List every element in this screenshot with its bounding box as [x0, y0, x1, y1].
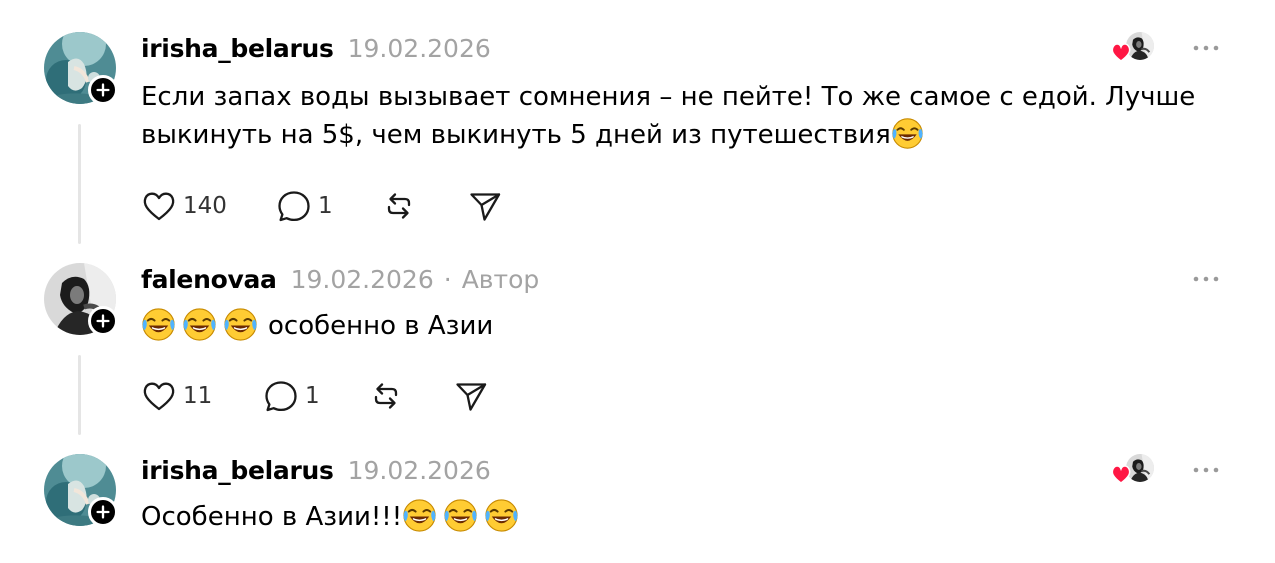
like-button[interactable]: 140 — [141, 188, 227, 224]
repost-icon — [381, 188, 417, 224]
more-dots-icon — [1190, 263, 1222, 295]
face-with-tears-of-joy-emoji — [223, 307, 258, 342]
comment-header: falenovaa 19.02.2026 · Автор — [141, 263, 539, 295]
comment-text: Особенно в Азии!!! — [141, 498, 519, 536]
separator: · — [443, 264, 452, 294]
follow-button[interactable] — [88, 497, 118, 527]
timestamp[interactable]: 19.02.2026 — [291, 265, 434, 294]
liked-by-author — [1110, 32, 1156, 64]
plus-icon — [94, 503, 112, 521]
comment-text: особенно в Азии — [141, 307, 493, 345]
speech-bubble-icon — [263, 378, 299, 414]
liked-by-author — [1110, 454, 1156, 486]
follow-button[interactable] — [88, 75, 118, 105]
face-with-tears-of-joy-emoji — [891, 117, 924, 150]
thread-line — [78, 355, 81, 435]
plus-icon — [94, 81, 112, 99]
more-button[interactable] — [1190, 263, 1222, 295]
avatar[interactable] — [44, 263, 118, 336]
username[interactable]: irisha_belarus — [141, 34, 334, 63]
username[interactable]: falenovaa — [141, 265, 277, 294]
text-line: Если запах воды вызывает сомнения – не п… — [141, 82, 1196, 112]
send-icon — [467, 188, 503, 224]
face-with-tears-of-joy-emoji — [443, 498, 478, 533]
like-count: 140 — [183, 193, 227, 219]
comment-header: irisha_belarus 19.02.2026 — [141, 454, 491, 486]
face-with-tears-of-joy-emoji — [182, 307, 217, 342]
more-dots-icon — [1190, 454, 1222, 486]
text-line: выкинуть на 5$, чем выкинуть 5 дней из п… — [141, 120, 891, 150]
reply-button[interactable]: 1 — [263, 378, 320, 414]
send-icon — [453, 378, 489, 414]
timestamp[interactable]: 19.02.2026 — [348, 456, 491, 485]
reply-count: 1 — [318, 193, 333, 219]
username[interactable]: irisha_belarus — [141, 456, 334, 485]
heart-outline-icon — [141, 378, 177, 414]
follow-button[interactable] — [88, 306, 118, 336]
plus-icon — [94, 312, 112, 330]
thread-line — [78, 124, 81, 244]
repost-button[interactable] — [381, 188, 417, 224]
face-with-tears-of-joy-emoji — [141, 307, 176, 342]
red-heart-icon — [1111, 465, 1131, 484]
text-line: особенно в Азии — [268, 311, 494, 341]
more-dots-icon — [1190, 32, 1222, 64]
comment-header: irisha_belarus 19.02.2026 — [141, 32, 491, 64]
more-button[interactable] — [1190, 454, 1222, 486]
share-button[interactable] — [467, 188, 503, 224]
avatar[interactable] — [44, 454, 118, 527]
like-button[interactable]: 11 — [141, 378, 212, 414]
more-button[interactable] — [1190, 32, 1222, 64]
text-line: Особенно в Азии!!! — [141, 502, 403, 532]
speech-bubble-icon — [276, 188, 312, 224]
author-badge: Автор — [461, 264, 540, 294]
text-line-with-emoji: выкинуть на 5$, чем выкинуть 5 дней из п… — [141, 116, 1195, 154]
face-with-tears-of-joy-emoji — [484, 498, 519, 533]
face-with-tears-of-joy-emoji — [402, 498, 437, 533]
timestamp[interactable]: 19.02.2026 — [348, 34, 491, 63]
like-count: 11 — [183, 383, 213, 409]
comment-text: Если запах воды вызывает сомнения – не п… — [141, 78, 1195, 154]
reply-count: 1 — [305, 383, 320, 409]
avatar[interactable] — [44, 32, 118, 105]
reply-button[interactable]: 1 — [276, 188, 333, 224]
heart-outline-icon — [141, 188, 177, 224]
repost-icon — [368, 378, 404, 414]
red-heart-icon — [1111, 43, 1131, 62]
repost-button[interactable] — [368, 378, 404, 414]
share-button[interactable] — [453, 378, 489, 414]
